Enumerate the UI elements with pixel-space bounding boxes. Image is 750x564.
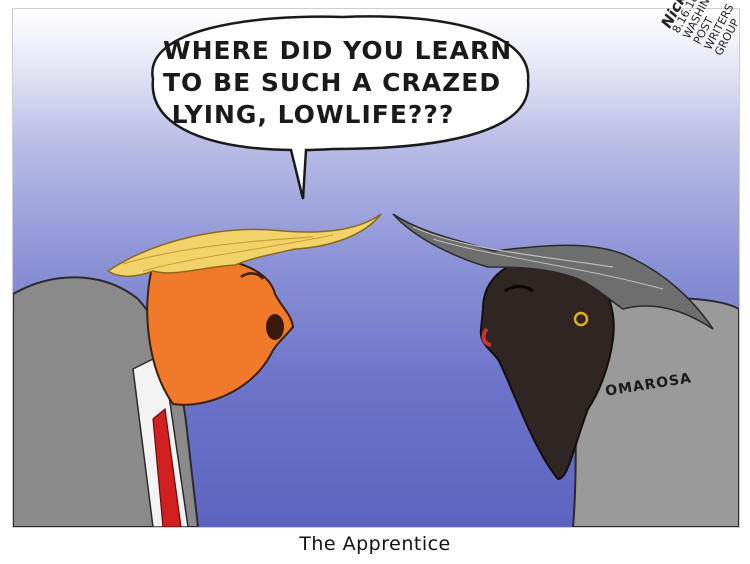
speech-bubble-text: WHERE DID YOU LEARN TO BE SUCH A CRAZED … — [163, 35, 513, 131]
speech-line: LYING, LOWLIFE??? — [171, 100, 455, 129]
left-figure — [13, 213, 382, 527]
speech-line: TO BE SUCH A CRAZED — [163, 68, 502, 97]
speech-line: WHERE DID YOU LEARN — [163, 36, 513, 65]
cartoon-caption: The Apprentice — [299, 533, 451, 555]
open-mouth — [266, 314, 284, 340]
cartoon-panel: WHERE DID YOU LEARN TO BE SUCH A CRAZED … — [12, 8, 740, 528]
